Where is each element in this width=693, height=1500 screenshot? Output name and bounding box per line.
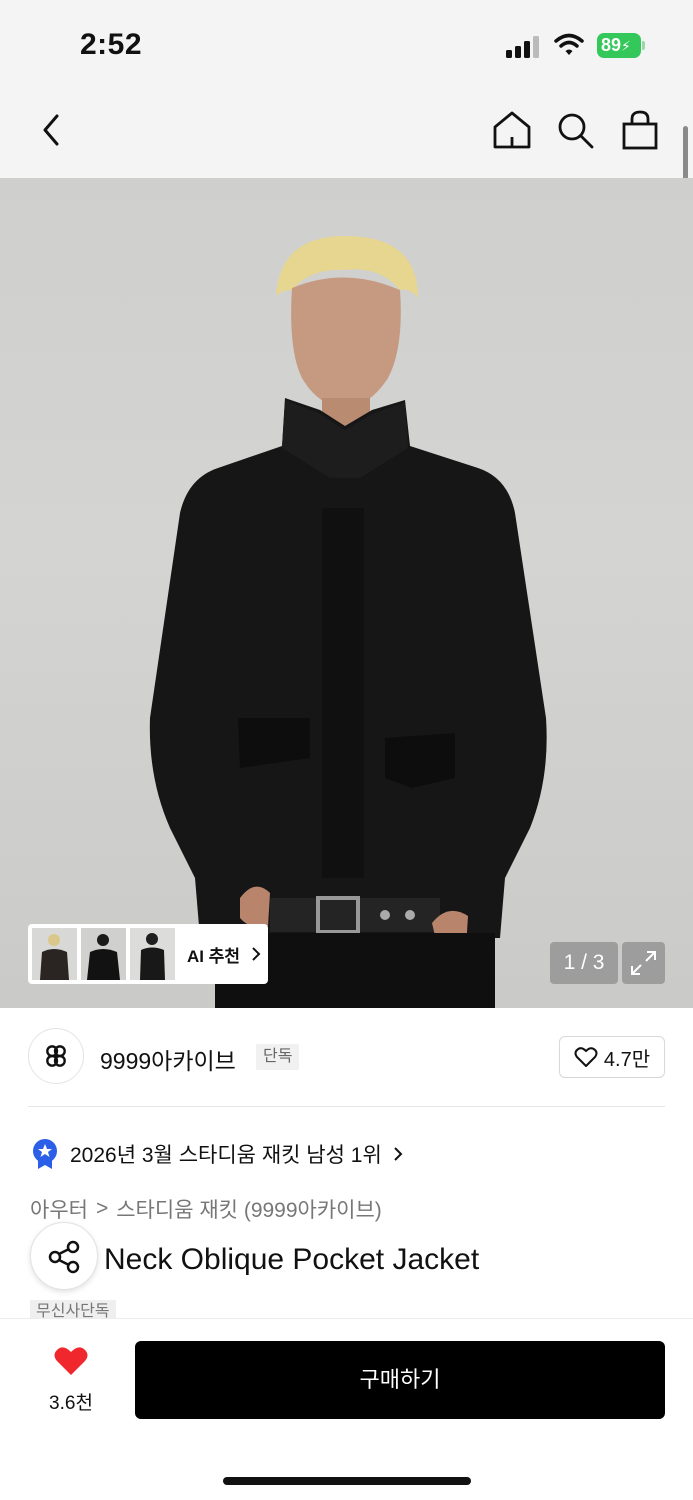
ai-thumbnail-1 (32, 928, 77, 980)
battery-level: 89 (601, 35, 622, 55)
product-image-gallery[interactable]: AI 추천 1 / 3 (0, 178, 693, 1008)
search-icon[interactable] (553, 108, 597, 152)
shopping-bag-icon[interactable] (618, 108, 662, 152)
brand-like-count: 4.7만 (603, 1048, 651, 1071)
status-bar: 2:52 89⚡ (0, 0, 693, 90)
ranking-link[interactable]: 2026년 3월 스타디움 재킷 남성 1위 (30, 1136, 404, 1172)
share-icon (48, 1240, 80, 1274)
divider (28, 1106, 665, 1107)
ranking-text: 2026년 3월 스타디움 재킷 남성 1위 (70, 1144, 382, 1167)
top-nav-bar (0, 90, 693, 178)
bottom-action-bar: 3.6천 구매하기 (0, 1318, 693, 1500)
chevron-right-icon (394, 1147, 403, 1161)
heart-outline-icon (574, 1047, 598, 1067)
wifi-icon (554, 33, 584, 55)
exclusive-badge: 단독 (256, 1044, 300, 1070)
breadcrumb-category[interactable]: 아우터 (30, 1194, 88, 1224)
product-like-count: 3.6천 (49, 1393, 93, 1414)
battery-icon: 89⚡ (597, 33, 647, 58)
brand-row: 9999아카이브 단독 4.7만 (28, 1028, 665, 1086)
home-indicator (223, 1477, 471, 1485)
breadcrumb-separator: > (95, 1197, 109, 1220)
product-photo (149, 236, 547, 1008)
cellular-signal-icon (506, 36, 539, 58)
status-time: 2:52 (80, 28, 143, 61)
breadcrumb: 아우터 > 스타디움 재킷 (9999아카이브) (30, 1194, 382, 1224)
home-icon[interactable] (490, 108, 534, 152)
ai-recommendation-label: AI 추천 (187, 946, 241, 966)
ai-thumbnail-3 (130, 928, 175, 980)
product-title: Neck Oblique Pocket Jacket (104, 1243, 480, 1276)
ranking-medal-icon (33, 1139, 57, 1169)
brand-name[interactable]: 9999아카이브 (100, 1042, 236, 1076)
ai-thumbnail-2 (81, 928, 126, 980)
ai-recommendation-button[interactable]: AI 추천 (28, 924, 268, 984)
brand-logo[interactable] (28, 1028, 84, 1084)
image-page-counter: 1 / 3 (550, 942, 618, 984)
chevron-left-icon[interactable] (30, 108, 74, 152)
brand-like-button[interactable]: 4.7만 (559, 1036, 665, 1078)
expand-icon[interactable] (622, 942, 665, 984)
heart-filled-icon (54, 1347, 88, 1375)
product-like-button[interactable]: 3.6천 (36, 1345, 106, 1415)
buy-button[interactable]: 구매하기 (135, 1341, 665, 1419)
breadcrumb-subcategory[interactable]: 스타디움 재킷 (9999아카이브) (116, 1194, 382, 1224)
share-button[interactable] (30, 1222, 98, 1290)
chevron-right-icon (252, 947, 261, 961)
